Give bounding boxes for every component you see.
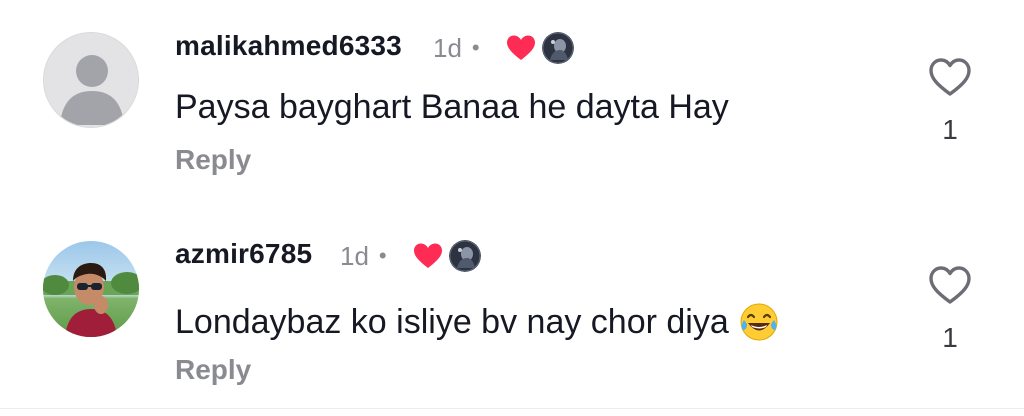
user-photo-avatar (43, 241, 139, 337)
creator-liked-heart-icon (413, 242, 443, 270)
separator-dot: • (378, 243, 387, 268)
like-control: 1 (925, 56, 975, 146)
comment-username[interactable]: azmir6785 (175, 238, 312, 270)
comment-time: 1d (433, 32, 462, 63)
like-count: 1 (942, 322, 958, 353)
creator-liked-heart-icon (506, 34, 536, 62)
comment-item: azmir6785 1d • Londaybaz ko isliye bv na… (0, 208, 1024, 408)
comment-text: Paysa bayghart Banaa he dayta Hay (175, 88, 729, 127)
comment-item: malikahmed6333 1d • Paysa bayghart Banaa… (0, 0, 1024, 208)
separator-dot: • (471, 35, 480, 60)
heart-outline-icon[interactable] (927, 264, 973, 306)
divider (0, 408, 1024, 409)
creator-avatar (448, 240, 481, 272)
reply-button[interactable]: Reply (175, 354, 251, 386)
laughing-tears-emoji-icon (739, 302, 779, 342)
like-control: 1 (925, 264, 975, 354)
comment-text: Londaybaz ko isliye bv nay chor diya (175, 302, 779, 342)
comment-text-content: Paysa bayghart Banaa he dayta Hay (175, 88, 729, 126)
comment-username[interactable]: malikahmed6333 (175, 30, 402, 62)
default-avatar-icon (44, 33, 138, 127)
comment-text-content: Londaybaz ko isliye bv nay chor diya (175, 302, 729, 341)
comment-meta: 1d • (340, 238, 481, 274)
avatar[interactable] (43, 32, 139, 128)
comment-meta: 1d • (433, 30, 574, 66)
like-count: 1 (942, 114, 958, 145)
comment-time: 1d (340, 240, 369, 271)
heart-outline-icon[interactable] (927, 56, 973, 98)
reply-button[interactable]: Reply (175, 144, 251, 176)
avatar[interactable] (43, 241, 139, 337)
creator-avatar (541, 32, 574, 64)
